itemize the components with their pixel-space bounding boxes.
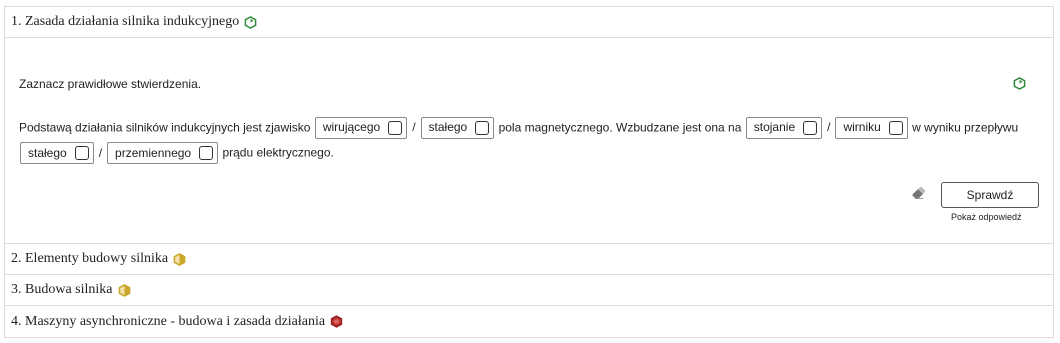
red-hexagon-icon — [330, 315, 343, 328]
sentence-text: Podstawą działania silników indukcyjnych… — [19, 120, 311, 135]
section-title: 3. Budowa silnika — [11, 282, 113, 297]
exercise-sentence: Podstawą działania silników indukcyjnych… — [19, 115, 1039, 166]
section-header-2[interactable]: 2. Elementy budowy silnika — [5, 244, 1053, 275]
checkbox[interactable] — [199, 146, 214, 161]
option-przemiennego[interactable]: przemiennego — [107, 142, 219, 165]
checkbox[interactable] — [74, 146, 89, 161]
show-answer-link[interactable]: Pokaż odpowiedź — [951, 212, 1022, 222]
yellow-hexagon-icon — [173, 252, 186, 266]
option-label: stojanie — [753, 120, 796, 135]
exercise-instruction: Zaznacz prawidłowe stwierdzenia. — [19, 77, 202, 91]
checkbox[interactable] — [388, 120, 403, 135]
separator: / — [412, 120, 416, 135]
option-label: wirniku — [843, 120, 881, 135]
sentence-text: w wyniku przepływu — [912, 120, 1019, 135]
option-label: wirującego — [322, 120, 381, 135]
checkbox[interactable] — [803, 120, 818, 135]
option-stojanie[interactable]: stojanie — [745, 116, 823, 139]
option-stalego-2[interactable]: stałego — [20, 142, 94, 165]
option-label: przemiennego — [115, 145, 192, 160]
green-hexagon-icon — [244, 15, 257, 29]
section-title: 4. Maszyny asynchroniczne - budowa i zas… — [11, 313, 326, 329]
option-label: stałego — [28, 145, 67, 160]
section-title: 2. Elementy budowy silnika — [11, 251, 169, 266]
sections-accordion: 1. Zasada działania silnika indukcyjnego… — [4, 6, 1054, 338]
option-label: stałego — [428, 120, 468, 135]
section-header-4[interactable]: 4. Maszyny asynchroniczne - budowa i zas… — [5, 306, 1053, 337]
section-header-1[interactable]: 1. Zasada działania silnika indukcyjnego — [5, 7, 1053, 38]
exercise-panel: Zaznacz prawidłowe stwierdzenia. Podstaw… — [5, 38, 1053, 244]
sentence-text: prądu elektrycznego. — [222, 145, 334, 160]
yellow-hexagon-icon — [118, 283, 131, 297]
section-title: 1. Zasada działania silnika indukcyjnego — [11, 14, 240, 29]
option-stalego[interactable]: stałego — [420, 116, 495, 139]
option-wirujacego[interactable]: wirującego — [314, 116, 408, 139]
option-wirniku[interactable]: wirniku — [835, 116, 908, 139]
checkbox[interactable] — [475, 120, 490, 135]
checkbox[interactable] — [888, 120, 903, 135]
sentence-text: pola magnetycznego. Wzbudzane jest ona n… — [498, 120, 742, 135]
separator: / — [827, 120, 831, 135]
green-hexagon-icon — [1013, 77, 1026, 95]
section-header-3[interactable]: 3. Budowa silnika — [5, 275, 1053, 306]
eraser-icon[interactable] — [910, 186, 926, 200]
check-button[interactable]: Sprawdź — [941, 182, 1039, 208]
separator: / — [98, 145, 103, 160]
